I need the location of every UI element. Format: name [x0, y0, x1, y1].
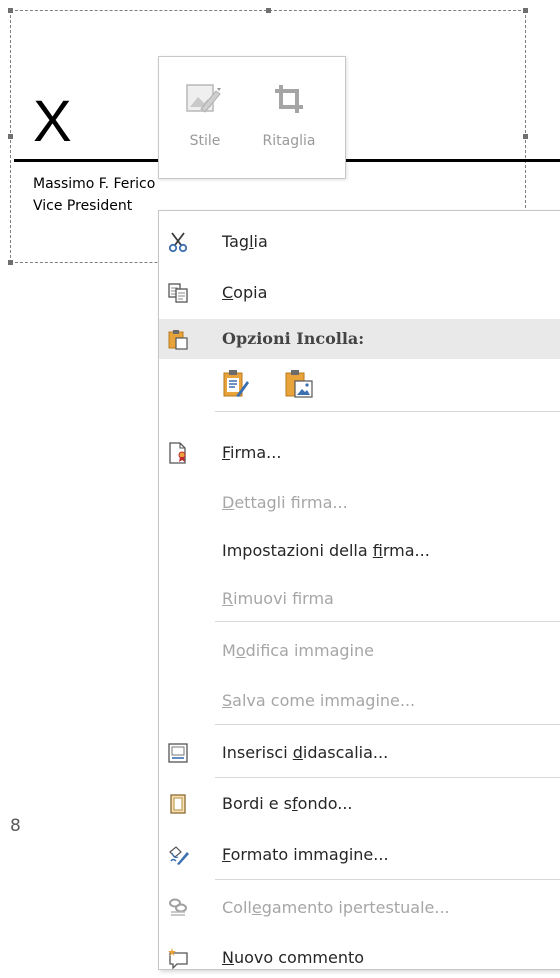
format-picture-icon [169, 846, 189, 865]
menu-item-signature-details[interactable]: Dettagli firma... [159, 483, 560, 523]
signature-details-label: Dettagli firma... [222, 493, 348, 512]
resize-handle-middle-left[interactable] [8, 134, 13, 139]
signature-setup-label: Impostazioni della firma... [222, 541, 430, 560]
menu-item-signature-setup[interactable]: Impostazioni della firma... [159, 531, 560, 571]
sign-document-icon [169, 442, 186, 464]
resize-handle-bottom-left[interactable] [8, 260, 13, 265]
paste-as-picture-icon[interactable] [284, 369, 314, 399]
style-label: Stile [189, 133, 221, 149]
copy-icon [168, 283, 188, 303]
copy-label: Copia [222, 283, 268, 302]
link-icon [169, 898, 187, 916]
borders-shading-icon [170, 794, 186, 814]
menu-item-format-picture[interactable]: Formato immagine... [159, 835, 560, 875]
cut-label: Taglia [222, 232, 268, 251]
menu-item-new-comment[interactable]: Nuovo commento [159, 938, 560, 978]
resize-handle-top-left[interactable] [8, 8, 13, 13]
menu-item-borders-shading[interactable]: Bordi e sfondo... [159, 784, 560, 824]
clipboard-paste-icon [168, 330, 188, 350]
caption-icon [168, 743, 188, 763]
separator [215, 621, 560, 622]
resize-handle-middle-right[interactable] [523, 134, 528, 139]
menu-item-copy[interactable]: Copia [159, 273, 560, 313]
menu-item-insert-caption[interactable]: Inserisci didascalia... [159, 733, 560, 773]
paste-options-label: Opzioni Incolla: [222, 329, 365, 348]
separator [215, 724, 560, 725]
menu-item-sign[interactable]: Firma... [159, 433, 560, 473]
scissors-icon [168, 232, 188, 253]
signature-mark: X [33, 89, 72, 154]
borders-shading-label: Bordi e sfondo... [222, 794, 353, 813]
resize-handle-top-right[interactable] [523, 8, 528, 13]
crop-label: Ritaglia [262, 133, 316, 149]
format-picture-label: Formato immagine... [222, 845, 389, 864]
paste-options-header: Opzioni Incolla: [159, 319, 560, 359]
change-picture-label: Modifica immagine [222, 641, 374, 660]
page-number: 8 [10, 816, 21, 836]
menu-item-remove-signature[interactable]: Rimuovi firma [159, 579, 560, 619]
sign-label: Firma... [222, 443, 282, 462]
separator [215, 777, 560, 778]
separator [215, 411, 560, 412]
signer-title: Vice President [33, 198, 133, 214]
new-comment-label: Nuovo commento [222, 948, 365, 967]
hyperlink-label: Collegamento ipertestuale... [222, 898, 450, 917]
new-comment-icon [168, 948, 188, 969]
crop-icon [275, 85, 303, 113]
mini-toolbar: Stile Ritaglia [158, 56, 346, 179]
menu-item-save-as-picture[interactable]: Salva come immagine... [159, 681, 560, 721]
picture-style-icon [186, 84, 221, 113]
menu-item-change-picture[interactable]: Modifica immagine [159, 631, 560, 671]
resize-handle-top-center[interactable] [266, 8, 271, 13]
separator [215, 879, 560, 880]
paste-keep-formatting-icon[interactable] [222, 369, 250, 399]
save-as-picture-label: Salva come immagine... [222, 691, 416, 710]
context-menu: Taglia Copia Opzioni Incolla: Firma... D… [158, 210, 560, 970]
menu-item-cut[interactable]: Taglia [159, 222, 560, 262]
insert-caption-label: Inserisci didascalia... [222, 743, 389, 762]
menu-item-hyperlink[interactable]: Collegamento ipertestuale... [159, 888, 560, 928]
crop-button[interactable]: Ritaglia [251, 71, 327, 171]
signer-name: Massimo F. Ferico [33, 176, 156, 192]
style-button[interactable]: Stile [167, 71, 243, 171]
remove-signature-label: Rimuovi firma [222, 589, 334, 608]
